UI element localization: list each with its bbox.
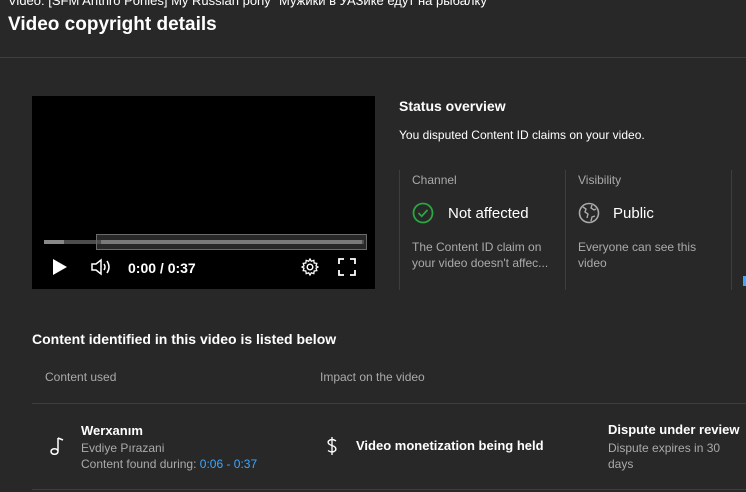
impact-text: Video monetization being held	[356, 438, 544, 453]
column-header-content: Content used	[45, 370, 117, 384]
video-player[interactable]: 0:00 / 0:37	[32, 96, 375, 289]
dispute-expiry-line-1: Dispute expires in 30	[608, 441, 721, 455]
progress-played	[44, 240, 64, 244]
dollar-icon	[327, 437, 337, 455]
visibility-card-text-2: video	[578, 256, 607, 270]
card-divider	[565, 170, 566, 290]
channel-card-heading: Channel	[412, 173, 457, 187]
found-label: Content found during:	[81, 457, 200, 471]
channel-card-text-2: your video doesn't affec...	[412, 256, 549, 270]
channel-card-text-1: The Content ID claim on	[412, 240, 542, 254]
scrub-preview[interactable]	[96, 234, 367, 250]
table-divider	[32, 403, 746, 404]
globe-icon	[578, 202, 600, 224]
channel-card-value: Not affected	[448, 205, 529, 222]
visibility-card-value: Public	[613, 205, 654, 222]
visibility-card-text-1: Everyone can see this	[578, 240, 697, 254]
status-description: You disputed Content ID claims on your v…	[399, 128, 645, 142]
card-divider	[399, 170, 400, 290]
fullscreen-icon[interactable]	[338, 258, 356, 276]
dispute-expiry: Dispute expires in 30 days	[608, 440, 738, 472]
status-overview-title: Status overview	[399, 98, 506, 114]
music-note-icon	[50, 437, 64, 456]
column-header-impact: Impact on the video	[320, 370, 425, 384]
play-icon[interactable]	[52, 258, 68, 276]
video-title-line: Video: [SFM Anthro Ponies] My Russian po…	[8, 0, 492, 8]
dispute-expiry-line-2: days	[608, 457, 634, 471]
content-section-title: Content identified in this video is list…	[32, 331, 337, 347]
table-divider	[32, 489, 746, 490]
content-title: Werxanım	[81, 423, 143, 438]
visibility-card-heading: Visibility	[578, 173, 622, 187]
found-range-link[interactable]: 0:06 - 0:37	[200, 457, 257, 471]
time-display: 0:00 / 0:37	[128, 260, 196, 276]
check-circle-icon	[412, 202, 434, 224]
header-divider	[0, 57, 746, 58]
page-title: Video copyright details	[8, 14, 217, 35]
volume-icon[interactable]	[91, 258, 113, 276]
gear-icon[interactable]	[301, 258, 319, 276]
dispute-status: Dispute under review	[608, 422, 740, 437]
content-artist: Evdiye Pırazani	[81, 441, 165, 455]
content-found-line: Content found during: 0:06 - 0:37	[81, 457, 257, 471]
card-divider	[731, 170, 732, 290]
